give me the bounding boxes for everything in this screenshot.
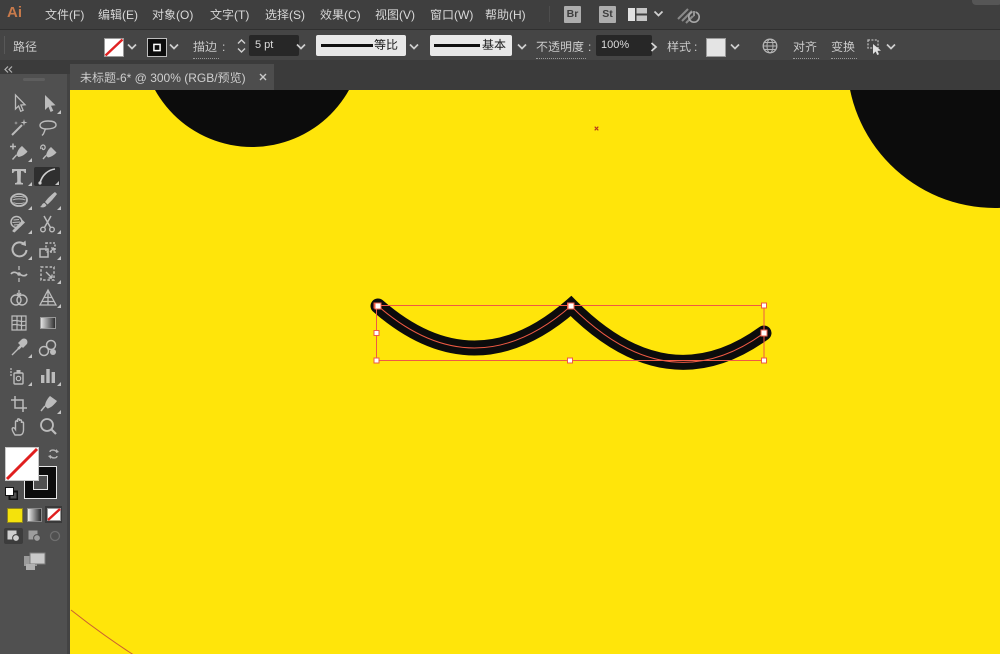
svg-text:(T): (T): [234, 8, 249, 22]
svg-text:(C): (C): [344, 8, 361, 22]
svg-text:-6* @ 300% (RGB/: -6* @ 300% (RGB/: [116, 71, 218, 85]
svg-text:(S): (S): [289, 8, 305, 22]
svg-text:(W): (W): [454, 8, 473, 22]
svg-text:): ): [242, 71, 246, 85]
svg-text:(F): (F): [69, 8, 84, 22]
svg-text:(H): (H): [509, 8, 526, 22]
svg-text:(O): (O): [176, 8, 193, 22]
svg-text:(V): (V): [399, 8, 415, 22]
svg-text:(E): (E): [122, 8, 138, 22]
